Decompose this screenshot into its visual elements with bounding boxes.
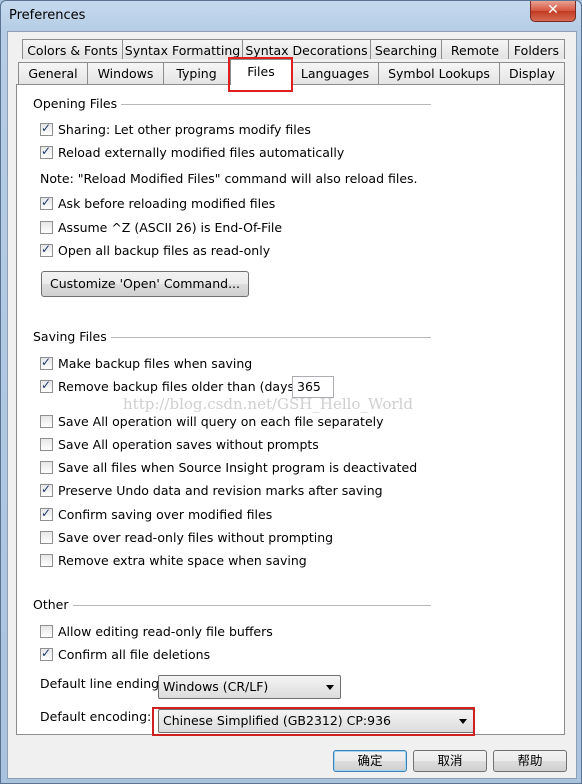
group-title-other: Other [33,597,73,612]
confirm-over-label: Confirm saving over modified files [58,506,273,522]
tab-general[interactable]: General [18,62,88,85]
watermark-text: http://blog.csdn.net/GSH_Hello_World [123,395,413,413]
line-ending-select[interactable]: Windows (CR/LF) [158,675,341,699]
ok-button[interactable]: 确定 [333,750,407,772]
confirm-delete-checkbox[interactable] [40,646,53,661]
deactivated-checkbox[interactable] [40,460,53,474]
ask-reload-checkbox-row[interactable]: Ask before reloading modified files [40,195,275,211]
confirm-delete-checkbox-row[interactable]: Confirm all file deletions [40,646,210,662]
assume-eof-checkbox[interactable] [40,220,53,234]
tab-typing[interactable]: Typing [163,62,230,85]
tab-windows[interactable]: Windows [87,62,164,85]
allow-readonly-checkbox[interactable] [40,624,53,638]
tab-languages[interactable]: Languages [291,62,379,85]
group-divider-other [37,605,431,607]
line-ending-value: Windows (CR/LF) [163,679,269,694]
open-backup-label: Open all backup files as read-only [58,242,271,258]
deactivated-checkbox-row[interactable]: Save all files when Source Insight progr… [40,459,417,475]
reload-checkbox-row[interactable]: Reload externally modified files automat… [40,144,344,160]
deactivated-label: Save all files when Source Insight progr… [58,459,418,475]
no-prompts-checkbox[interactable] [40,437,53,451]
readonly-noprompt-checkbox-row[interactable]: Save over read-only files without prompt… [40,529,333,545]
ask-reload-checkbox[interactable] [40,195,53,210]
encoding-label: Default encoding: [40,709,152,724]
open-backup-checkbox[interactable] [40,242,53,257]
no-prompts-label: Save All operation saves without prompts [58,436,319,452]
remove-backup-checkbox-row[interactable]: Remove backup files older than (days): [40,378,303,394]
encoding-highlight-box [152,707,475,736]
confirm-over-checkbox[interactable] [40,506,53,521]
tab-syntax-decorations[interactable]: Syntax Decorations [242,39,371,59]
allow-readonly-label: Allow editing read-only file buffers [58,623,273,639]
group-title-saving: Saving Files [33,329,111,344]
readonly-noprompt-label: Save over read-only files without prompt… [58,529,334,545]
remove-whitespace-label: Remove extra white space when saving [58,552,307,568]
customize-open-button[interactable]: Customize 'Open' Command... [41,271,249,297]
tab-remote[interactable]: Remote [441,39,509,59]
sharing-checkbox-row[interactable]: Sharing: Let other programs modify files [40,121,311,137]
readonly-noprompt-checkbox[interactable] [40,530,53,544]
reload-label: Reload externally modified files automat… [58,144,345,160]
confirm-delete-label: Confirm all file deletions [58,646,211,662]
query-each-label: Save All operation will query on each fi… [58,413,384,429]
assume-eof-label: Assume ^Z (ASCII 26) is End-Of-File [58,219,283,235]
query-each-checkbox-row[interactable]: Save All operation will query on each fi… [40,413,384,429]
line-ending-label: Default line ending: [40,676,164,691]
preferences-window: Preferences ✕ Colors & Fonts Syntax Form… [0,0,582,784]
ask-reload-label: Ask before reloading modified files [58,195,276,211]
query-each-checkbox[interactable] [40,414,53,428]
tab-syntax-formatting[interactable]: Syntax Formatting [122,39,243,59]
tab-folders[interactable]: Folders [508,39,565,59]
open-backup-checkbox-row[interactable]: Open all backup files as read-only [40,242,270,258]
make-backup-label: Make backup files when saving [58,355,253,371]
tab-searching[interactable]: Searching [370,39,442,59]
preserve-undo-checkbox[interactable] [40,482,53,497]
confirm-over-checkbox-row[interactable]: Confirm saving over modified files [40,506,272,522]
help-button[interactable]: 帮助 [493,750,567,772]
reload-checkbox[interactable] [40,144,53,159]
make-backup-checkbox-row[interactable]: Make backup files when saving [40,355,252,371]
remove-whitespace-checkbox[interactable] [40,553,53,567]
sharing-checkbox[interactable] [40,121,53,136]
tab-symbol-lookups[interactable]: Symbol Lookups [378,62,500,85]
window-title: Preferences [9,8,86,23]
chevron-down-icon [326,685,334,690]
tab-display[interactable]: Display [499,62,565,85]
group-title-opening: Opening Files [33,96,122,111]
allow-readonly-checkbox-row[interactable]: Allow editing read-only file buffers [40,623,273,639]
cancel-button[interactable]: 取消 [413,750,487,772]
no-prompts-checkbox-row[interactable]: Save All operation saves without prompts [40,436,319,452]
preserve-undo-label: Preserve Undo data and revision marks af… [58,482,383,498]
make-backup-checkbox[interactable] [40,355,53,370]
remove-whitespace-checkbox-row[interactable]: Remove extra white space when saving [40,552,307,568]
remove-backup-label: Remove backup files older than (days): [58,378,304,394]
tab-highlight-box [228,57,293,92]
sharing-label: Sharing: Let other programs modify files [58,121,311,137]
preserve-undo-checkbox-row[interactable]: Preserve Undo data and revision marks af… [40,482,383,498]
close-button[interactable]: ✕ [530,1,576,22]
tab-colors-fonts[interactable]: Colors & Fonts [22,39,123,59]
reload-note: Note: "Reload Modified Files" command wi… [40,171,418,186]
remove-backup-checkbox[interactable] [40,378,53,393]
assume-eof-checkbox-row[interactable]: Assume ^Z (ASCII 26) is End-Of-File [40,219,282,235]
